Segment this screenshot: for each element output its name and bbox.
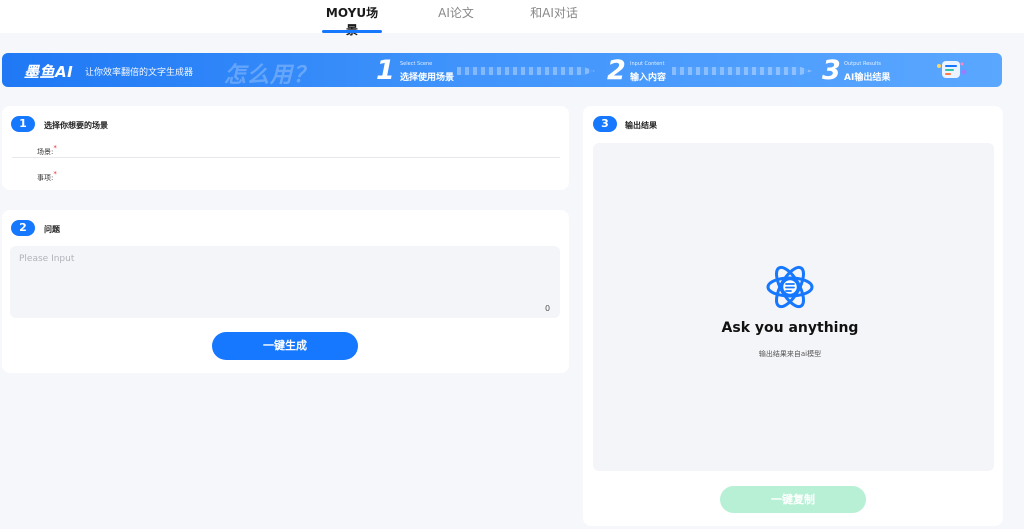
- copy-button[interactable]: 一键复制: [720, 486, 866, 513]
- how-to-banner: 墨鱼AI 让你效率翻倍的文字生成器 怎么用？ 1 Select Scene 选择…: [2, 53, 1002, 87]
- step-3-label: AI输出结果: [844, 73, 891, 83]
- matter-field-label: 事项:*: [37, 170, 57, 182]
- tab-moyu-scene[interactable]: MOYU场景: [322, 4, 382, 37]
- tab-ai-chat[interactable]: 和AI对话: [530, 4, 578, 33]
- step-arrow: [672, 67, 812, 75]
- question-input[interactable]: Please Input: [10, 246, 560, 318]
- step-1-english: Select Scene: [400, 61, 433, 67]
- question-input-placeholder: Please Input: [19, 254, 75, 264]
- step-3-number: 3: [822, 55, 841, 86]
- tab-label: AI论文: [438, 6, 474, 20]
- tab-label: 和AI对话: [530, 6, 578, 20]
- step-1-number: 1: [376, 55, 395, 86]
- top-nav: MOYU场景 AI论文 和AI对话: [0, 0, 1024, 37]
- step-2-number: 2: [607, 55, 626, 86]
- step-badge-3: 3: [593, 116, 617, 132]
- brand-slogan: 让你效率翻倍的文字生成器: [85, 68, 194, 78]
- step-3-english: Output Results: [844, 61, 882, 67]
- step-1-label: 选择使用场景: [400, 73, 455, 83]
- step-badge-2: 2: [11, 220, 35, 236]
- output-headline: Ask you anything: [721, 320, 859, 336]
- active-tab-underline: [322, 30, 382, 33]
- how-to-use-heading: 怎么用？: [224, 63, 317, 87]
- step-2-label: 输入内容: [630, 73, 667, 83]
- required-mark: *: [53, 144, 57, 152]
- question-card-title: 问题: [44, 225, 60, 234]
- scene-card-title: 选择你想要的场景: [44, 121, 108, 130]
- required-mark: *: [53, 170, 57, 178]
- step-arrow: [457, 67, 595, 75]
- brand-logo: 墨鱼AI: [24, 63, 74, 81]
- step-2-english: Input Content: [630, 61, 665, 67]
- character-counter: 0: [545, 304, 551, 313]
- tab-ai-paper[interactable]: AI论文: [438, 4, 474, 33]
- output-card-title: 输出结果: [625, 121, 657, 130]
- scene-card: 1 选择你想要的场景 场景:* 事项:*: [2, 106, 569, 190]
- atom-icon: [766, 265, 814, 309]
- output-subtitle: 输出结果来自ai模型: [758, 350, 822, 358]
- scene-field-label: 场景:*: [37, 144, 57, 156]
- scene-select[interactable]: [12, 157, 560, 158]
- ai-robot-icon: [937, 61, 967, 78]
- generate-button[interactable]: 一键生成: [212, 332, 358, 360]
- step-badge-1: 1: [11, 116, 35, 132]
